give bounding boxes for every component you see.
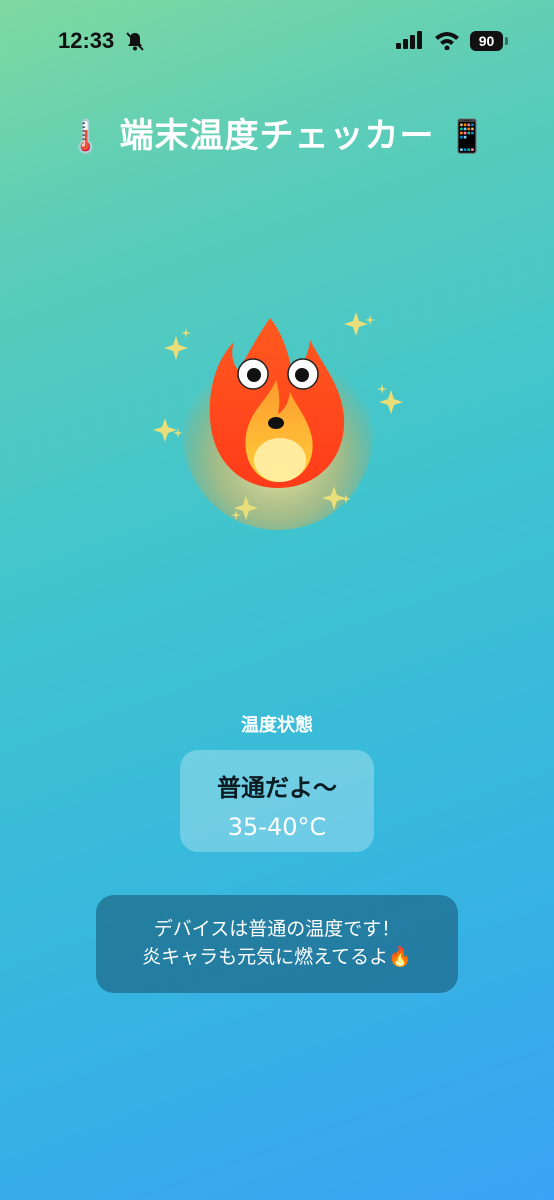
bell-muted-icon — [126, 32, 144, 51]
message-line-1: デバイスは普通の温度です！ — [153, 918, 401, 940]
status-bar: 12:33 90 — [0, 0, 554, 80]
message-box: デバイスは普通の温度です！ 炎キャラも元気に燃えてるよ🔥 — [96, 895, 458, 993]
thermometer-icon: 🌡️ — [65, 117, 107, 155]
left-pupil — [247, 368, 261, 382]
mouth — [268, 417, 284, 429]
right-pupil — [295, 368, 309, 382]
message-line-2: 炎キャラも元気に燃えてるよ — [142, 946, 389, 968]
sparkle-icon — [164, 328, 191, 360]
status-label: 温度状態 — [241, 715, 313, 736]
fire-mascot-icon — [153, 312, 403, 530]
battery-tip — [505, 37, 508, 45]
sparkle-icon — [344, 312, 375, 336]
fire-icon: 🔥 — [388, 946, 412, 968]
page-title-text: 端末温度チェッカー — [119, 116, 435, 156]
battery-indicator: 90 — [470, 31, 503, 51]
mobile-phone-icon: 📱 — [447, 117, 489, 155]
status-state: 普通だよ〜 — [217, 774, 337, 802]
page-title: 🌡️ 端末温度チェッカー 📱 — [0, 108, 554, 157]
status-card: 普通だよ〜 35-40°C — [180, 750, 374, 852]
status-time: 12:33 — [58, 28, 115, 53]
sparkle-icon — [377, 384, 403, 414]
flame-core — [254, 438, 306, 482]
message-line-2-wrap: 炎キャラも元気に燃えてるよ🔥 — [96, 943, 458, 971]
sparkle-icon — [153, 418, 183, 442]
temperature-range: 35-40°C — [227, 813, 327, 841]
wifi-icon — [435, 32, 459, 50]
cellular-signal-icon — [396, 31, 422, 49]
